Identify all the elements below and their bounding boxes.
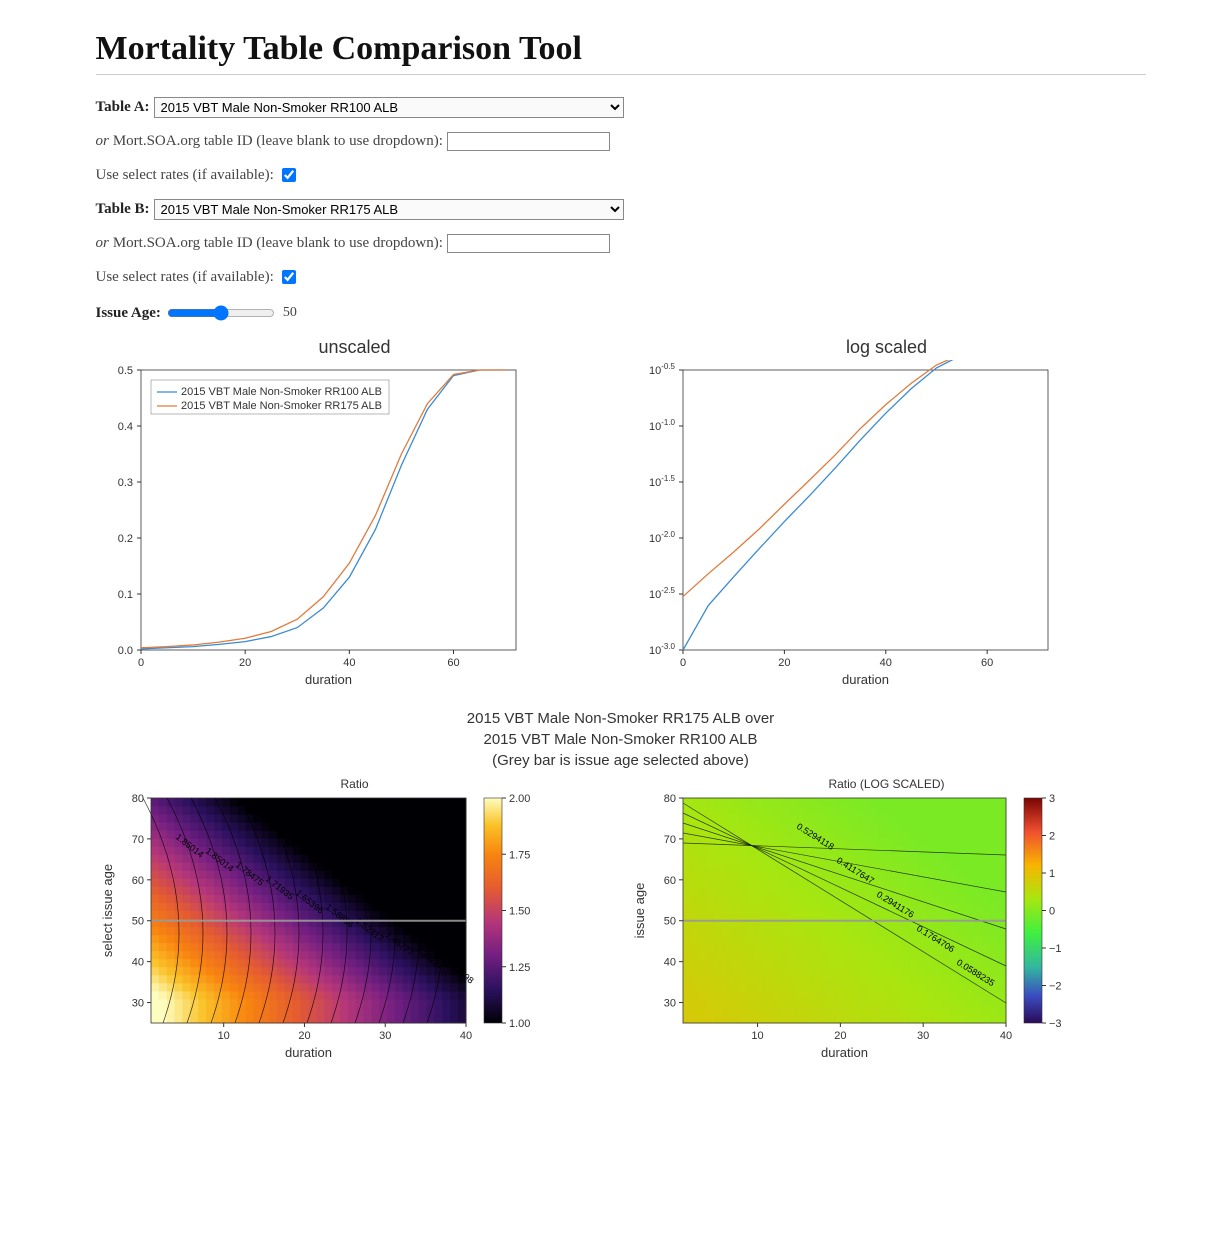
svg-text:30: 30 (663, 998, 675, 1010)
svg-text:20: 20 (239, 657, 251, 669)
chart-unscaled: 0 20 40 60 0.0 0.1 0.2 0.3 0.4 0.5 duration 2015 VB… (96, 360, 526, 690)
svg-text:−3: −3 (1049, 1018, 1062, 1030)
svg-text:10-3.0: 10-3.0 (648, 642, 675, 657)
svg-text:40: 40 (343, 657, 355, 669)
svg-text:0: 0 (137, 657, 143, 669)
svg-text:20: 20 (298, 1030, 310, 1042)
svg-text:1.25: 1.25 (509, 962, 530, 974)
svg-text:−1: −1 (1049, 943, 1062, 955)
svg-text:30: 30 (379, 1030, 391, 1042)
issue-age-slider[interactable] (167, 305, 275, 321)
chart-ratio: 1.850141.850141.784751.719351.653961.588… (96, 793, 536, 1063)
svg-text:1: 1 (1049, 868, 1055, 880)
svg-text:1.00: 1.00 (509, 1018, 530, 1030)
table-b-select-rates-label: Use select rates (if available): (96, 269, 274, 286)
svg-text:0: 0 (1049, 906, 1055, 918)
page-title: Mortality Table Comparison Tool (96, 30, 1146, 68)
table-a-select-rates-label: Use select rates (if available): (96, 167, 274, 184)
svg-text:select issue age: select issue age (100, 864, 115, 957)
svg-text:10-1.5: 10-1.5 (648, 474, 675, 489)
svg-text:70: 70 (663, 834, 675, 846)
svg-text:3: 3 (1049, 793, 1055, 805)
chart-ratio-title: Ratio (96, 777, 614, 791)
svg-text:60: 60 (447, 657, 459, 669)
svg-text:duration: duration (842, 672, 889, 687)
svg-text:60: 60 (663, 875, 675, 887)
svg-text:60: 60 (981, 657, 993, 669)
svg-text:0.2: 0.2 (117, 533, 132, 545)
chart-log: 0 20 40 60 10-3.0 10-2.5 10-2.0 10-1.5 10-1.0 10-… (628, 360, 1058, 690)
table-b-label: Table B: (96, 201, 150, 218)
svg-text:0: 0 (679, 657, 685, 669)
svg-text:20: 20 (834, 1030, 846, 1042)
chart-ratio-log: 0.52941180.41176470.29411760.17647060.05… (628, 793, 1068, 1063)
svg-text:0.0: 0.0 (117, 645, 132, 657)
table-b-select[interactable]: 2015 VBT Male Non-Smoker RR175 ALB (154, 199, 624, 220)
svg-text:10: 10 (217, 1030, 229, 1042)
table-b-or: or (96, 235, 109, 252)
svg-text:2.00: 2.00 (509, 793, 530, 805)
svg-text:2: 2 (1049, 831, 1055, 843)
svg-text:60: 60 (131, 875, 143, 887)
svg-text:40: 40 (459, 1030, 471, 1042)
table-b-id-label: Mort.SOA.org table ID (leave blank to us… (113, 235, 443, 252)
svg-text:10-2.5: 10-2.5 (648, 586, 675, 601)
svg-text:40: 40 (999, 1030, 1011, 1042)
svg-text:10-2.0: 10-2.0 (648, 530, 675, 545)
svg-text:2015 VBT Male Non-Smoker RR100: 2015 VBT Male Non-Smoker RR100 ALB (181, 386, 382, 398)
svg-text:0.5: 0.5 (117, 365, 132, 377)
svg-text:duration: duration (285, 1045, 332, 1060)
svg-text:20: 20 (778, 657, 790, 669)
svg-text:50: 50 (663, 916, 675, 928)
svg-text:10: 10 (751, 1030, 763, 1042)
svg-text:70: 70 (131, 834, 143, 846)
svg-text:0.1: 0.1 (117, 589, 132, 601)
divider (96, 74, 1146, 75)
svg-text:80: 80 (663, 793, 675, 805)
chart-log-title: log scaled (628, 337, 1146, 358)
mid-title-1: 2015 VBT Male Non-Smoker RR175 ALB over (96, 708, 1146, 729)
svg-text:issue age: issue age (632, 883, 647, 939)
svg-text:duration: duration (821, 1045, 868, 1060)
svg-text:40: 40 (131, 957, 143, 969)
svg-text:30: 30 (917, 1030, 929, 1042)
svg-text:50: 50 (131, 916, 143, 928)
svg-text:0.3: 0.3 (117, 477, 132, 489)
svg-text:duration: duration (305, 672, 352, 687)
chart-ratio-log-title: Ratio (LOG SCALED) (628, 777, 1146, 791)
table-a-id-label: Mort.SOA.org table ID (leave blank to us… (113, 133, 443, 150)
issue-age-value: 50 (283, 305, 297, 321)
table-b-id-input[interactable] (447, 234, 610, 253)
svg-text:80: 80 (131, 793, 143, 805)
svg-text:−2: −2 (1049, 981, 1062, 993)
mid-title-3: (Grey bar is issue age selected above) (96, 750, 1146, 771)
svg-text:30: 30 (131, 998, 143, 1010)
svg-text:1.75: 1.75 (509, 849, 530, 861)
svg-text:2015 VBT Male Non-Smoker RR175: 2015 VBT Male Non-Smoker RR175 ALB (181, 400, 382, 412)
svg-text:40: 40 (663, 957, 675, 969)
chart-unscaled-title: unscaled (96, 337, 614, 358)
svg-text:10-0.5: 10-0.5 (648, 362, 675, 377)
table-a-or: or (96, 133, 109, 150)
mid-title-2: 2015 VBT Male Non-Smoker RR100 ALB (96, 729, 1146, 750)
svg-text:40: 40 (879, 657, 891, 669)
table-a-label: Table A: (96, 99, 150, 116)
table-b-select-rates-checkbox[interactable] (282, 270, 296, 284)
table-a-select-rates-checkbox[interactable] (282, 168, 296, 182)
table-a-id-input[interactable] (447, 132, 610, 151)
issue-age-label: Issue Age: (96, 305, 161, 322)
svg-text:10-1.0: 10-1.0 (648, 418, 675, 433)
svg-text:0.4: 0.4 (117, 421, 132, 433)
svg-text:1.50: 1.50 (509, 906, 530, 918)
table-a-select[interactable]: 2015 VBT Male Non-Smoker RR100 ALB (154, 97, 624, 118)
